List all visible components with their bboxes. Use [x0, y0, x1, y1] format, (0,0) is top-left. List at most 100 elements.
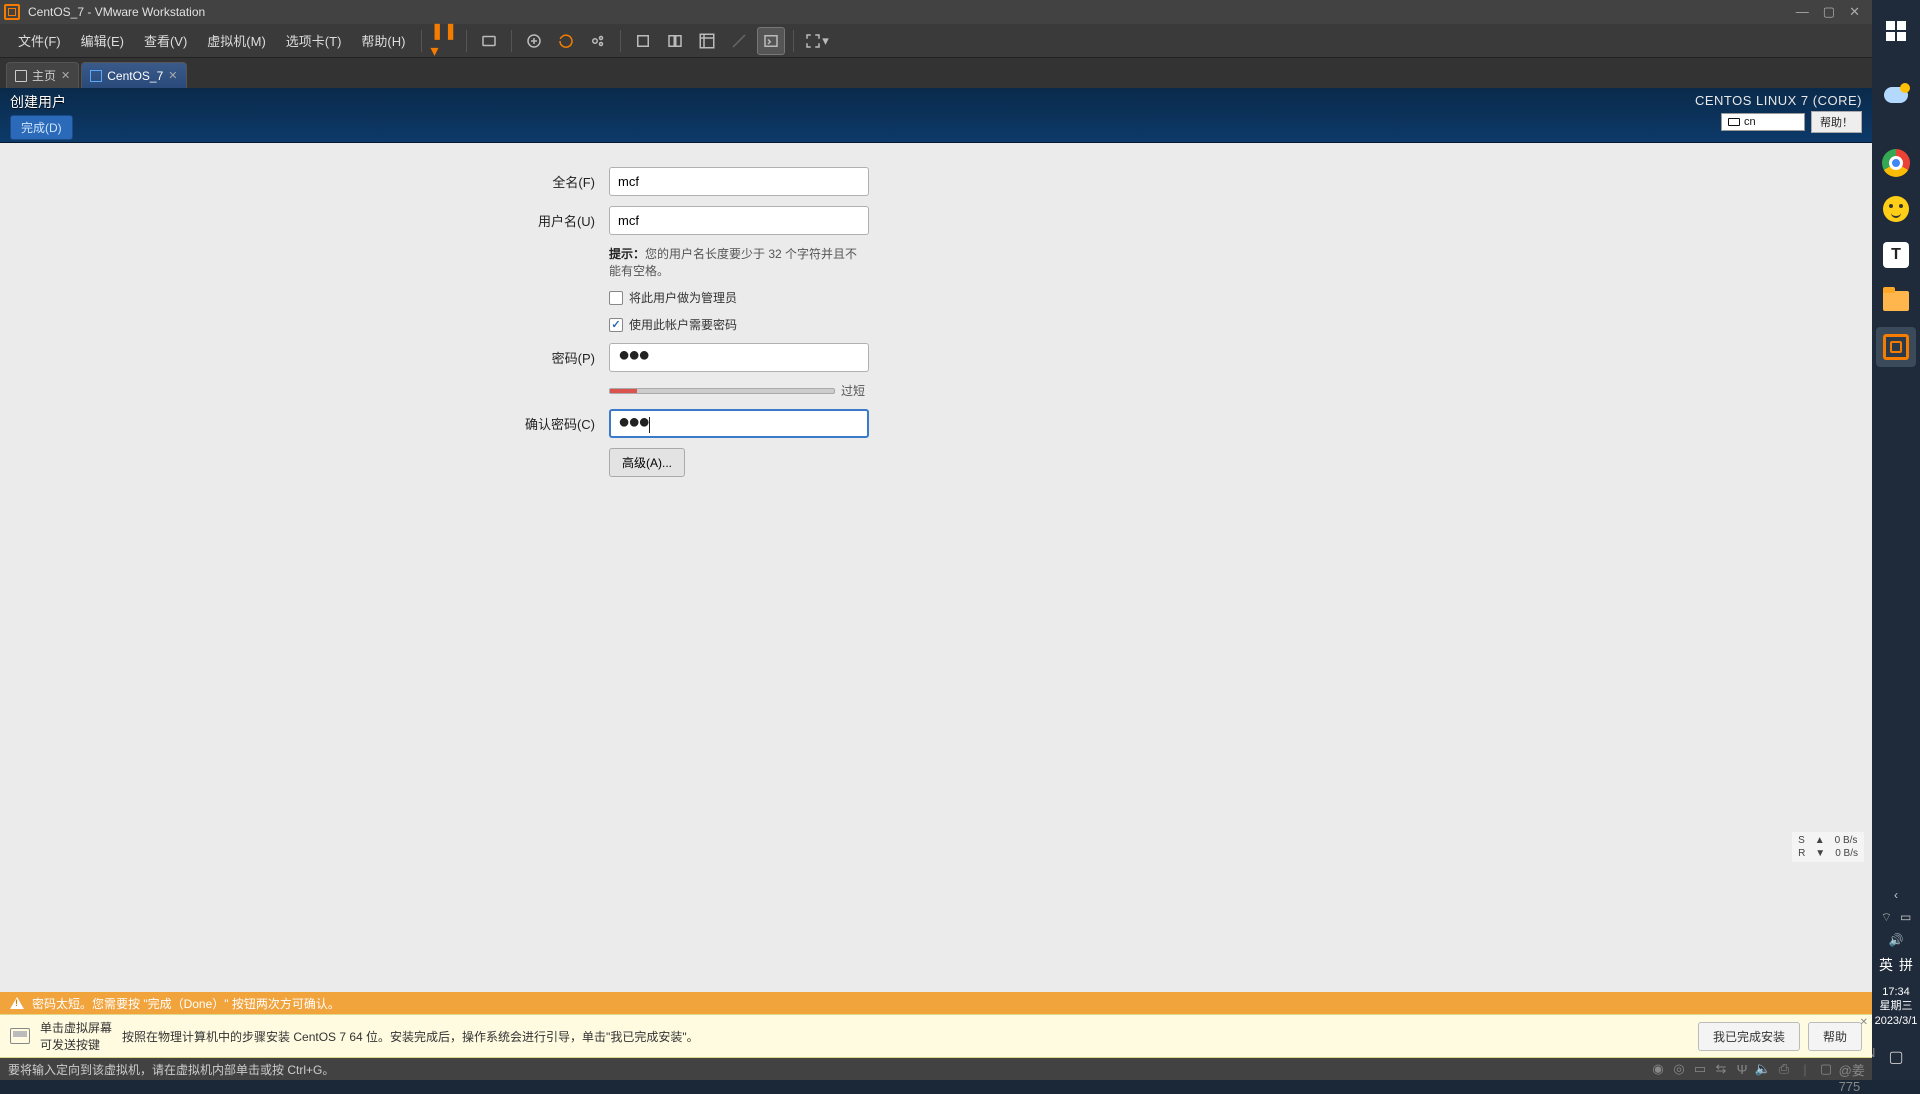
vm-icon — [90, 70, 102, 82]
username-hint: 提示：您的用户名长度要少于 32 个字符并且不能有空格。 — [609, 245, 869, 279]
view-multi-icon[interactable] — [661, 27, 689, 55]
distro-label: CENTOS LINUX 7 (CORE) — [1695, 93, 1862, 108]
keyboard-layout-badge[interactable]: cn — [1721, 113, 1805, 131]
home-icon — [15, 70, 27, 82]
menu-tabs[interactable]: 选项卡(T) — [276, 24, 352, 57]
menu-edit[interactable]: 编辑(E) — [71, 24, 134, 57]
statusbar: 要将输入定向到该虚拟机，请在虚拟机内部单击或按 Ctrl+G。 ◉ ◎ ▭ ⇆ … — [0, 1058, 1872, 1080]
menu-help[interactable]: 帮助(H) — [351, 24, 415, 57]
windows-taskbar: T ‹ ⌔ ▭ 🔊 英拼 17:34 星期三 2023/3/1 ▢ — [1872, 0, 1920, 1080]
explorer-icon[interactable] — [1876, 281, 1916, 321]
close-icon[interactable]: ✕ — [61, 69, 70, 82]
username-input[interactable] — [609, 206, 869, 235]
password-label: 密码(P) — [0, 348, 595, 367]
password-strength-meter — [609, 388, 835, 394]
require-password-checkbox[interactable] — [609, 318, 623, 332]
strip-help-button[interactable]: 帮助 — [1808, 1022, 1862, 1051]
notifications-icon[interactable]: ▢ — [1876, 1037, 1916, 1077]
watermark-text: CSDN @姜775 — [1850, 1062, 1864, 1076]
fullscreen-icon[interactable]: ▾ — [802, 27, 830, 55]
admin-checkbox[interactable] — [609, 291, 623, 305]
vm-device-tray: ◉ ◎ ▭ ⇆ Ψ 🔈 ⎙ | ▢ CSDN @姜775 — [1651, 1062, 1864, 1076]
keyboard-icon — [1728, 118, 1740, 126]
cd-icon[interactable]: ◎ — [1672, 1062, 1686, 1076]
start-button[interactable] — [1876, 11, 1916, 51]
network-icon[interactable]: ⇆ — [1714, 1062, 1728, 1076]
menu-file[interactable]: 文件(F) — [8, 24, 71, 57]
menubar: 文件(F) 编辑(E) 查看(V) 虚拟机(M) 选项卡(T) 帮助(H) ❚❚… — [0, 24, 1872, 58]
chrome-icon[interactable] — [1876, 143, 1916, 183]
clock-weekday: 星期三 — [1875, 999, 1918, 1013]
close-icon[interactable]: ✕ — [1860, 1017, 1868, 1028]
titlebar: CentOS_7 - VMware Workstation — ▢ ✕ — [0, 0, 1872, 24]
hint-title-1: 单击虚拟屏幕 — [40, 1019, 112, 1036]
console-view-icon[interactable] — [757, 27, 785, 55]
weather-icon[interactable] — [1876, 75, 1916, 115]
hint-title-2: 可发送按键 — [40, 1036, 112, 1053]
sound-icon[interactable]: 🔈 — [1756, 1062, 1770, 1076]
tab-home-label: 主页 — [32, 67, 56, 84]
maximize-button[interactable]: ▢ — [1823, 4, 1835, 20]
close-icon[interactable]: ✕ — [168, 69, 177, 82]
installer-header: 创建用户 完成(D) CENTOS LINUX 7 (CORE) cn 帮助！ — [0, 88, 1872, 143]
guest-screen[interactable]: 创建用户 完成(D) CENTOS LINUX 7 (CORE) cn 帮助！ … — [0, 88, 1872, 1014]
power-pause-button[interactable]: ❚❚ ▾ — [430, 27, 458, 55]
create-user-form: 全名(F) 用户名(U) 提示：您的用户名长度要少于 32 个字符并且不能有空格… — [0, 143, 1872, 992]
menu-vm[interactable]: 虚拟机(M) — [197, 24, 276, 57]
view-single-icon[interactable] — [629, 27, 657, 55]
tab-home[interactable]: 主页 ✕ — [6, 62, 79, 88]
display-icon[interactable]: ▢ — [1819, 1062, 1833, 1076]
fullname-label: 全名(F) — [0, 172, 595, 191]
warning-text: 密码太短。您需要按 "完成（Done）" 按钮两次方可确认。 — [32, 995, 340, 1012]
window-title: CentOS_7 - VMware Workstation — [28, 5, 205, 19]
view-unity-icon[interactable] — [693, 27, 721, 55]
advanced-button[interactable]: 高级(A)... — [609, 448, 685, 477]
tab-vm-label: CentOS_7 — [107, 69, 163, 83]
close-button[interactable]: ✕ — [1849, 4, 1860, 20]
volume-icon[interactable]: 🔊 — [1889, 933, 1904, 947]
snapshot-take-icon[interactable] — [520, 27, 548, 55]
hdd-icon[interactable]: ◉ — [1651, 1062, 1665, 1076]
admin-checkbox-label: 将此用户做为管理员 — [629, 289, 737, 306]
usb-icon[interactable]: Ψ — [1735, 1062, 1749, 1076]
page-title: 创建用户 — [10, 92, 73, 112]
menu-view[interactable]: 查看(V) — [134, 24, 197, 57]
password-strength-text: 过短 — [841, 382, 865, 399]
net-monitor-overlay: S▲0 B/s R▼0 B/s — [1792, 832, 1864, 862]
tab-centos7[interactable]: CentOS_7 ✕ — [81, 62, 186, 88]
vmware-hint-strip: 单击虚拟屏幕 可发送按键 按照在物理计算机中的步骤安装 CentOS 7 64 … — [0, 1014, 1872, 1058]
done-button[interactable]: 完成(D) — [10, 115, 73, 140]
floppy-icon[interactable]: ▭ — [1693, 1062, 1707, 1076]
install-done-button[interactable]: 我已完成安装 — [1698, 1022, 1800, 1051]
warning-icon — [10, 997, 24, 1009]
printer-icon[interactable]: ⎙ — [1777, 1062, 1791, 1076]
face-icon[interactable] — [1876, 189, 1916, 229]
confirm-password-label: 确认密码(C) — [0, 414, 595, 433]
tray-chevron-icon[interactable]: ‹ — [1894, 888, 1898, 902]
clock-date: 2023/3/1 — [1875, 1014, 1918, 1028]
monitor-icon — [10, 1028, 30, 1044]
taskbar-clock[interactable]: 17:34 星期三 2023/3/1 — [1875, 985, 1918, 1028]
battery-icon[interactable]: ▭ — [1900, 910, 1911, 925]
password-input[interactable]: ●●● — [609, 343, 869, 372]
confirm-password-input[interactable]: ●●● — [609, 409, 869, 438]
warning-bar: 密码太短。您需要按 "完成（Done）" 按钮两次方可确认。 — [0, 992, 1872, 1014]
wifi-icon[interactable]: ⌔ — [1881, 910, 1892, 925]
require-password-label: 使用此帐户需要密码 — [629, 316, 737, 333]
ime-mode[interactable]: 拼 — [1899, 955, 1913, 975]
minimize-button[interactable]: — — [1796, 4, 1809, 20]
send-ctrlaltdel-icon[interactable] — [475, 27, 503, 55]
help-button[interactable]: 帮助！ — [1811, 111, 1862, 133]
clock-time: 17:34 — [1875, 985, 1918, 999]
snapshot-revert-icon[interactable] — [552, 27, 580, 55]
ime-lang[interactable]: 英 — [1879, 955, 1893, 975]
vmware-app-icon — [4, 4, 20, 20]
username-label: 用户名(U) — [0, 211, 595, 230]
snapshot-manager-icon[interactable] — [584, 27, 612, 55]
stretch-icon[interactable] — [725, 27, 753, 55]
statusbar-msg: 要将输入定向到该虚拟机，请在虚拟机内部单击或按 Ctrl+G。 — [8, 1061, 334, 1078]
text-app-icon[interactable]: T — [1876, 235, 1916, 275]
vmware-window: CentOS_7 - VMware Workstation — ▢ ✕ 文件(F… — [0, 0, 1872, 1080]
vmware-taskbar-icon[interactable] — [1876, 327, 1916, 367]
fullname-input[interactable] — [609, 167, 869, 196]
